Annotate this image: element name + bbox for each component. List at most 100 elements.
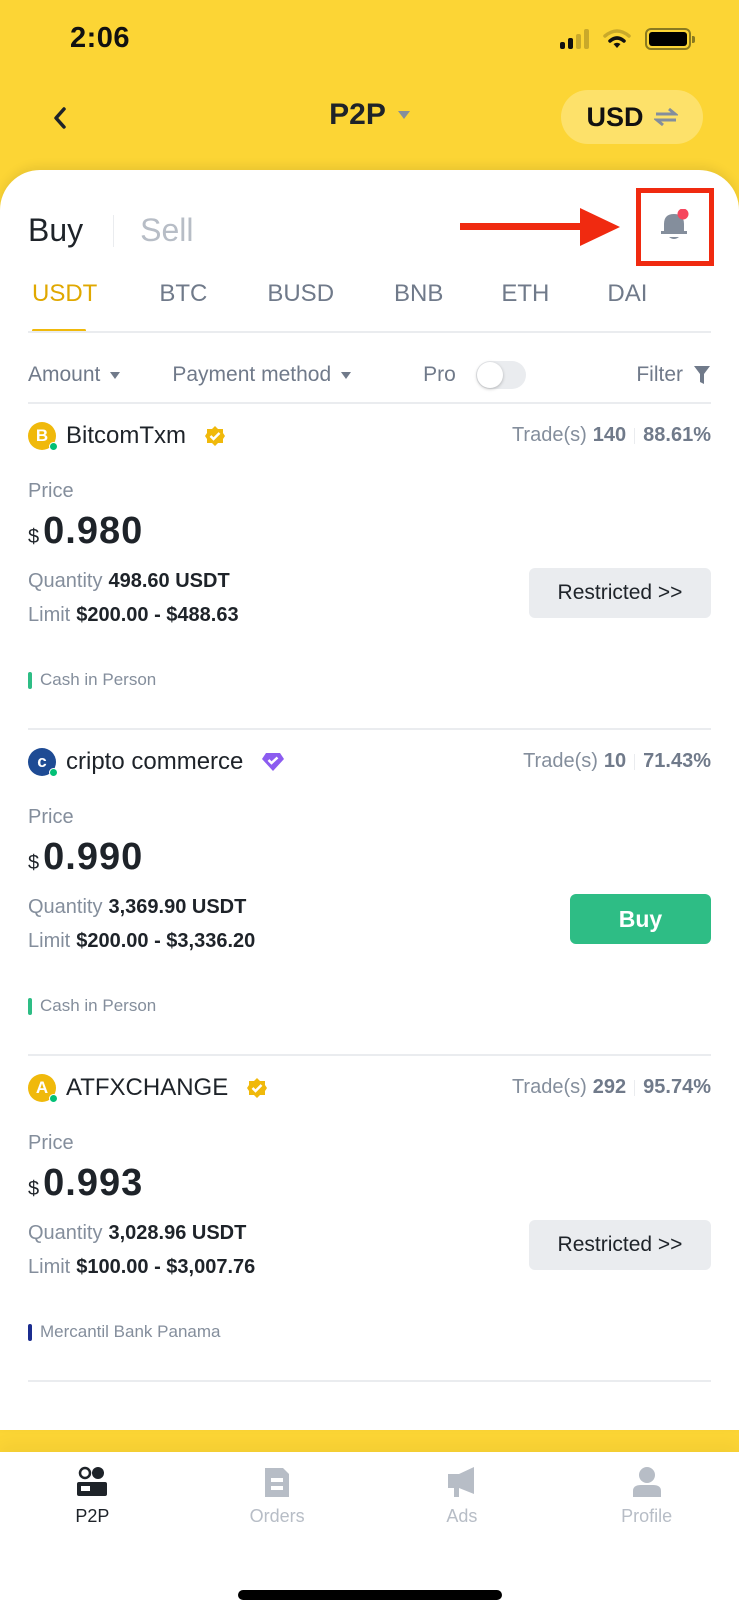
advertiser-name: BitcomTxm [66,422,186,449]
trade-side-tabs: Buy Sell [28,212,194,249]
avatar: A [28,1074,58,1103]
caret-down-icon [341,371,352,379]
payment-method-tag: Cash in Person [28,670,156,690]
trade-count: 10 [603,750,627,772]
online-indicator [49,442,58,451]
tab-eth[interactable]: ETH [501,280,549,332]
tab-dai[interactable]: DAI [607,280,647,332]
tab-usdt[interactable]: USDT [32,280,97,332]
advertiser-row[interactable]: A ATFXCHANGE [28,1074,268,1103]
quantity-value: 498.60 USDT [108,570,230,592]
verified-badge-icon [247,1078,268,1098]
tab-btc[interactable]: BTC [159,280,207,332]
restricted-button[interactable]: Restricted >> [529,1220,711,1270]
quantity: Quantity 3,028.96 USDT [28,1222,247,1244]
limit-value: $200.00 - $3,336.20 [76,930,256,952]
avatar: B [28,422,58,451]
home-indicator [238,1590,502,1600]
price-value: 0.980 [43,510,144,552]
status-bar: 2:06 [0,0,739,80]
bottom-navigation: P2P Orders Ads Profile [0,1452,739,1600]
cellular-signal-icon [560,29,589,49]
nav-item-ads[interactable]: Ads [370,1466,555,1552]
trade-stats: Trade(s) 140 88.61% [511,424,711,446]
limit: Limit $100.00 - $3,007.76 [28,1256,256,1278]
price: $ 0.993 [28,1162,144,1204]
currency-label: USD [586,101,644,132]
trade-stats: Trade(s) 292 95.74% [511,1076,711,1098]
online-indicator [49,768,58,777]
advertiser-name: cripto commerce [66,748,244,775]
divider [28,331,711,333]
price-value: 0.990 [43,836,144,878]
tab-busd[interactable]: BUSD [267,280,334,332]
amount-filter[interactable]: Amount [28,363,121,387]
listing-item: A ATFXCHANGE Trade(s) 292 95.74% Price $ … [28,1056,711,1382]
currency-switch-button[interactable]: USD [561,90,703,144]
quantity: Quantity 498.60 USDT [28,570,230,592]
quantity-value: 3,369.90 USDT [108,896,247,918]
payment-color-bar [28,997,32,1015]
status-time: 2:06 [70,22,131,54]
payment-color-bar [28,671,32,689]
payment-method-tag: Mercantil Bank Panama [28,1322,220,1342]
filter-bar: Amount Payment method Pro Filter [28,350,711,400]
completion-rate: 88.61% [643,424,711,446]
payment-method-tag: Cash in Person [28,996,156,1016]
trade-stats: Trade(s) 10 71.43% [523,750,711,772]
main-content: Buy Sell USDT BTC BUSD BNB ETH DAI Amoun… [0,170,739,1430]
verified-badge-icon [205,426,225,446]
limit: Limit $200.00 - $3,336.20 [28,930,256,952]
wifi-icon [603,29,631,48]
orders-document-icon [265,1468,290,1497]
nav-item-profile[interactable]: Profile [554,1466,739,1552]
payment-method-filter-label: Payment method [172,363,332,386]
notification-bell-button[interactable] [652,204,696,248]
advertiser-name: ATFXCHANGE [66,1074,229,1101]
page-title: P2P [329,98,386,131]
listing-item: B BitcomTxm Trade(s) 140 88.61% Price $ 0… [28,404,711,730]
advertiser-row[interactable]: c cripto commerce [28,748,285,777]
status-icons [560,28,695,50]
limit-value: $200.00 - $488.63 [76,604,239,626]
caret-down-icon [110,371,121,379]
tab-buy[interactable]: Buy [28,212,83,249]
ads-megaphone-icon [447,1467,474,1497]
bell-icon [661,209,689,239]
price-label: Price [28,480,74,502]
completion-rate: 71.43% [643,750,711,772]
tab-sell[interactable]: Sell [140,212,193,249]
price-label: Price [28,1132,74,1154]
funnel-icon [694,366,710,384]
nav-bar: P2P USD [0,88,739,148]
limit-value: $100.00 - $3,007.76 [76,1256,256,1278]
quantity: Quantity 3,369.90 USDT [28,896,247,918]
advertiser-row[interactable]: B BitcomTxm [28,422,226,451]
trade-count: 140 [592,424,627,446]
payment-color-bar [28,1323,32,1341]
pro-mode: Pro [423,361,526,389]
notification-dot [677,209,689,220]
completion-rate: 95.74% [643,1076,711,1098]
verified-badge-icon [262,753,285,771]
pro-label: Pro [423,363,456,386]
battery-icon [645,28,695,50]
nav-item-p2p[interactable]: P2P [0,1466,185,1552]
pro-toggle[interactable] [475,361,526,389]
filter-button[interactable]: Filter [636,363,711,387]
price: $ 0.990 [28,836,144,878]
online-indicator [49,1094,58,1103]
listing-item: c cripto commerce Trade(s) 10 71.43% Pric… [28,730,711,1056]
swap-arrows-icon [653,107,678,127]
filter-label: Filter [636,363,683,386]
restricted-button[interactable]: Restricted >> [529,568,711,618]
annotation-arrow [460,208,620,246]
price: $ 0.980 [28,510,144,552]
trade-count: 292 [592,1076,627,1098]
payment-method-filter[interactable]: Payment method [172,363,352,387]
tab-divider [113,214,115,247]
buy-button[interactable]: Buy [570,894,711,944]
nav-item-orders[interactable]: Orders [185,1466,370,1552]
caret-down-icon [397,111,410,119]
tab-bnb[interactable]: BNB [394,280,443,332]
